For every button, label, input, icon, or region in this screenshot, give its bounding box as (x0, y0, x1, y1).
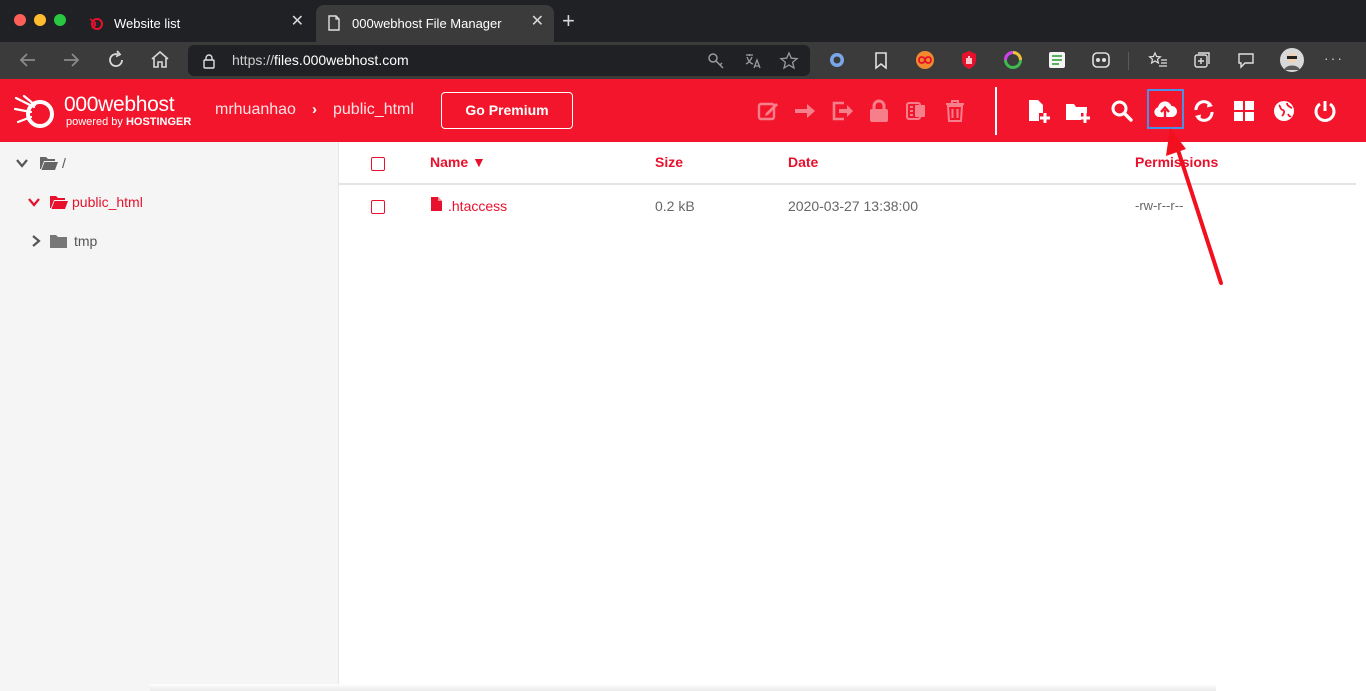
chevron-right-icon[interactable] (30, 235, 42, 247)
brand-text: 000webhost powered by HOSTINGER (64, 93, 191, 129)
globe-icon[interactable] (1272, 99, 1296, 123)
permissions-lock-icon[interactable] (867, 99, 891, 123)
column-header-permissions[interactable]: Permissions (1135, 154, 1218, 170)
archive-icon[interactable] (904, 99, 928, 123)
extension-stop-hand-icon[interactable] (959, 50, 979, 70)
home-icon[interactable] (148, 48, 172, 72)
close-window-button[interactable] (14, 14, 26, 26)
tab-title: 000webhost File Manager (352, 16, 502, 31)
feedback-icon[interactable] (1236, 50, 1256, 70)
browser-toolbar: https://files.000webhost.com ··· (0, 42, 1366, 79)
refresh-icon[interactable] (104, 48, 128, 72)
select-all-checkbox[interactable] (371, 157, 385, 171)
extension-color-ring-icon[interactable] (1003, 50, 1023, 70)
refresh-sync-icon[interactable] (1192, 99, 1216, 123)
tab-website-list[interactable]: Website list ✕ (78, 5, 314, 42)
key-icon[interactable] (706, 51, 726, 71)
browser-tab-bar: Website list ✕ 000webhost File Manager ✕… (0, 0, 1366, 42)
extension-face-icon[interactable] (1091, 50, 1111, 70)
page-icon (328, 15, 340, 31)
extension-sheet-icon[interactable] (1047, 50, 1067, 70)
grid-view-icon[interactable] (1232, 99, 1256, 123)
breadcrumb-user[interactable]: mrhuanhao (215, 101, 296, 119)
tree-item-tmp[interactable]: tmp (30, 230, 97, 252)
new-folder-icon[interactable] (1065, 99, 1091, 123)
back-icon[interactable] (16, 48, 40, 72)
column-header-size[interactable]: Size (655, 154, 683, 170)
file-icon (431, 197, 442, 211)
tree-item-label: / (62, 155, 66, 171)
favorite-star-icon[interactable] (779, 51, 799, 71)
tree-item-root[interactable]: / (16, 152, 66, 174)
brand-name: 000webhost (64, 93, 175, 116)
bottom-shadow (150, 684, 1216, 691)
more-options-icon[interactable]: ··· (1324, 50, 1344, 66)
table-header: Name ▼ Size Date Permissions (339, 142, 1356, 185)
bookmark-icon[interactable] (871, 50, 891, 70)
copy-icon[interactable] (831, 99, 855, 123)
toolbar-divider (1128, 52, 1129, 70)
power-logout-icon[interactable] (1313, 99, 1337, 123)
new-tab-button[interactable]: + (562, 10, 575, 32)
file-name-link[interactable]: .htaccess (448, 198, 507, 214)
000webhost-logo-icon (89, 18, 103, 30)
column-header-name[interactable]: Name ▼ (430, 154, 486, 170)
file-permissions: -rw-r--r-- (1135, 198, 1184, 213)
tree-item-label: public_html (72, 194, 143, 210)
upload-cloud-icon[interactable] (1153, 99, 1177, 123)
breadcrumb-folder[interactable]: public_html (333, 101, 414, 119)
extension-infinity-icon[interactable] (915, 50, 935, 70)
lock-icon (203, 54, 215, 69)
folder-open-icon (50, 196, 68, 209)
delete-trash-icon[interactable] (943, 99, 967, 123)
tagline-prefix: powered by (66, 116, 123, 128)
tagline-brand: HOSTINGER (125, 116, 192, 128)
file-list-panel: Name ▼ Size Date Permissions .htaccess 0… (339, 142, 1366, 691)
url-text: https://files.000webhost.com (232, 52, 409, 68)
folder-icon (50, 235, 67, 248)
forward-icon[interactable] (59, 48, 83, 72)
translate-icon[interactable] (743, 51, 763, 71)
collections-icon[interactable] (1192, 50, 1212, 70)
header-divider (995, 87, 997, 135)
minimize-window-button[interactable] (34, 14, 46, 26)
000webhost-logo[interactable] (14, 94, 58, 130)
close-tab-icon[interactable]: ✕ (531, 14, 544, 30)
new-file-icon[interactable] (1026, 99, 1050, 123)
address-bar[interactable]: https://files.000webhost.com (188, 45, 810, 76)
go-premium-button[interactable]: Go Premium (441, 92, 573, 129)
file-date: 2020-03-27 13:38:00 (788, 198, 918, 214)
app-header: 000webhost powered by HOSTINGER mrhuanha… (0, 79, 1366, 142)
url-host: files.000webhost.com (274, 52, 409, 68)
edit-icon[interactable] (756, 99, 780, 123)
tree-item-label: tmp (74, 233, 98, 249)
tree-item-public-html[interactable]: public_html (28, 191, 143, 213)
tab-file-manager[interactable]: 000webhost File Manager ✕ (316, 5, 554, 42)
row-checkbox[interactable] (371, 200, 385, 214)
zoom-window-button[interactable] (54, 14, 66, 26)
file-size: 0.2 kB (655, 198, 695, 214)
move-arrow-icon[interactable] (793, 99, 817, 123)
brand-tagline: powered by HOSTINGER (66, 116, 191, 128)
url-protocol: https:// (232, 52, 275, 68)
column-header-date[interactable]: Date (788, 154, 818, 170)
close-tab-icon[interactable]: ✕ (291, 14, 304, 30)
profile-avatar[interactable] (1280, 48, 1304, 72)
tab-title: Website list (114, 16, 181, 31)
extension-circle-icon[interactable] (827, 50, 847, 70)
chevron-down-icon[interactable] (16, 157, 28, 169)
search-icon[interactable] (1110, 99, 1134, 123)
breadcrumb-separator: › (312, 101, 317, 118)
folder-open-icon (40, 157, 58, 170)
folder-tree-sidebar: / public_html tmp (0, 142, 339, 691)
chevron-down-icon[interactable] (28, 196, 40, 208)
favorites-list-icon[interactable] (1148, 50, 1168, 70)
